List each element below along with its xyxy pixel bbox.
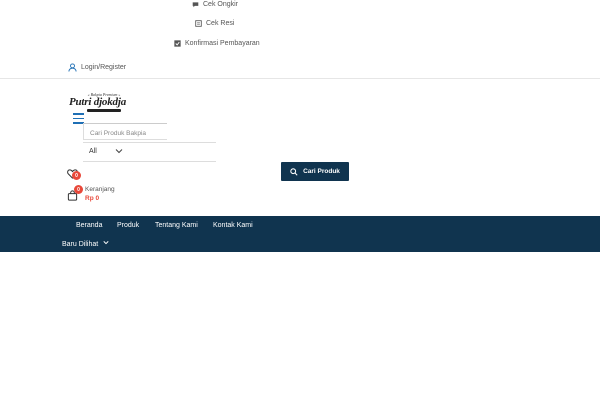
cart-total: Rp 0 (85, 195, 100, 202)
baru-dilihat-label: Baru Dilihat (62, 241, 99, 248)
chevron-down-icon[interactable] (103, 240, 109, 245)
wishlist-count: 0 (75, 172, 78, 179)
cart-count-badge: 0 (74, 185, 83, 194)
nav-item-beranda[interactable]: Beranda (76, 222, 102, 229)
chevron-down-icon (115, 149, 123, 154)
login-register-link[interactable]: Login/Register (68, 63, 126, 72)
search-placeholder: Cari Produk Bakpia (90, 130, 146, 137)
konfirmasi-pembayaran-link[interactable]: Konfirmasi Pembayaran (174, 40, 260, 47)
login-register-label: Login/Register (81, 64, 127, 71)
cek-ongkir-link[interactable]: Cek Ongkir (192, 1, 238, 8)
receipt-icon (195, 20, 202, 27)
search-input[interactable]: Cari Produk Bakpia (83, 123, 167, 140)
site-logo[interactable]: « Bakpia Premium » Putri djokdja (69, 92, 139, 112)
header-divider (0, 78, 600, 79)
cek-resi-label: Cek Resi (206, 20, 235, 27)
cek-ongkir-label: Cek Ongkir (203, 1, 239, 8)
category-select[interactable]: All (83, 142, 216, 162)
cart-count: 0 (77, 186, 80, 193)
logo-name: Putri djokdja (69, 96, 126, 108)
cart-label[interactable]: Keranjang (85, 186, 115, 193)
search-icon (290, 167, 298, 176)
logo-underline (87, 109, 121, 112)
user-icon (68, 63, 77, 72)
konfirmasi-pembayaran-label: Konfirmasi Pembayaran (185, 40, 260, 47)
cek-resi-link[interactable]: Cek Resi (195, 20, 234, 27)
nav-item-produk[interactable]: Produk (117, 222, 139, 229)
wishlist-count-badge: 0 (72, 171, 81, 180)
chat-icon (192, 2, 199, 8)
checkbox-icon (174, 40, 181, 47)
search-button[interactable]: Cari Produk (281, 162, 349, 181)
nav-item-tentang-kami[interactable]: Tentang Kami (155, 222, 198, 229)
search-button-label: Cari Produk (303, 168, 340, 175)
category-value: All (89, 148, 97, 155)
nav-item-baru-dilihat[interactable]: Baru Dilihat (62, 241, 98, 248)
nav-item-kontak-kami[interactable]: Kontak Kami (213, 222, 253, 229)
